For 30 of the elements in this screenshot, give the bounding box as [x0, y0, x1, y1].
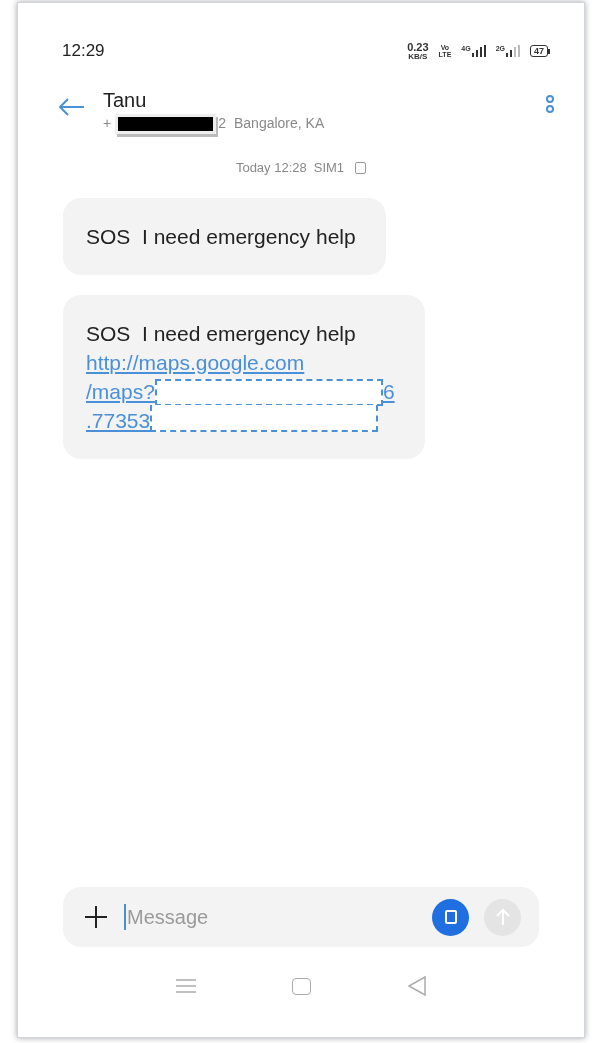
back-button[interactable] — [58, 97, 86, 117]
plus-icon[interactable] — [85, 906, 107, 928]
more-options-button[interactable] — [546, 95, 554, 113]
map-link[interactable]: http://maps.google.com — [86, 347, 305, 377]
speed-unit: KB/S — [408, 52, 428, 61]
back-arrow-icon — [58, 97, 86, 117]
status-time: 12:29 — [62, 40, 105, 63]
up-arrow-icon — [494, 908, 511, 926]
contact-location: Bangalore, KA — [234, 114, 325, 133]
message-text: SOS I need emergency help — [86, 320, 357, 347]
network-speed: 0.23 — [407, 41, 429, 53]
menu-icon[interactable] — [176, 978, 197, 994]
sim-icon — [355, 161, 367, 174]
map-link[interactable]: 6 — [382, 376, 395, 406]
back-icon[interactable] — [407, 976, 426, 996]
phone-suffix: 2 — [218, 114, 226, 133]
sim-label: SIM1 — [313, 159, 345, 177]
map-link[interactable]: .77353 — [86, 405, 151, 435]
signal-icon — [506, 45, 520, 57]
home-button[interactable] — [292, 977, 312, 995]
phone-prefix: + — [103, 114, 112, 133]
message-text: SOS I need emergency help — [86, 223, 356, 250]
battery-icon: 47 — [530, 45, 550, 57]
message-field[interactable]: Message — [63, 887, 539, 947]
contact-name: Tanu — [103, 89, 148, 111]
map-link[interactable]: /maps? — [86, 376, 155, 406]
message-timestamp: Today 12:28 — [235, 159, 307, 177]
sim-select-button[interactable] — [432, 898, 469, 936]
message-input[interactable]: Message — [127, 902, 432, 932]
signal-icon — [471, 45, 486, 57]
